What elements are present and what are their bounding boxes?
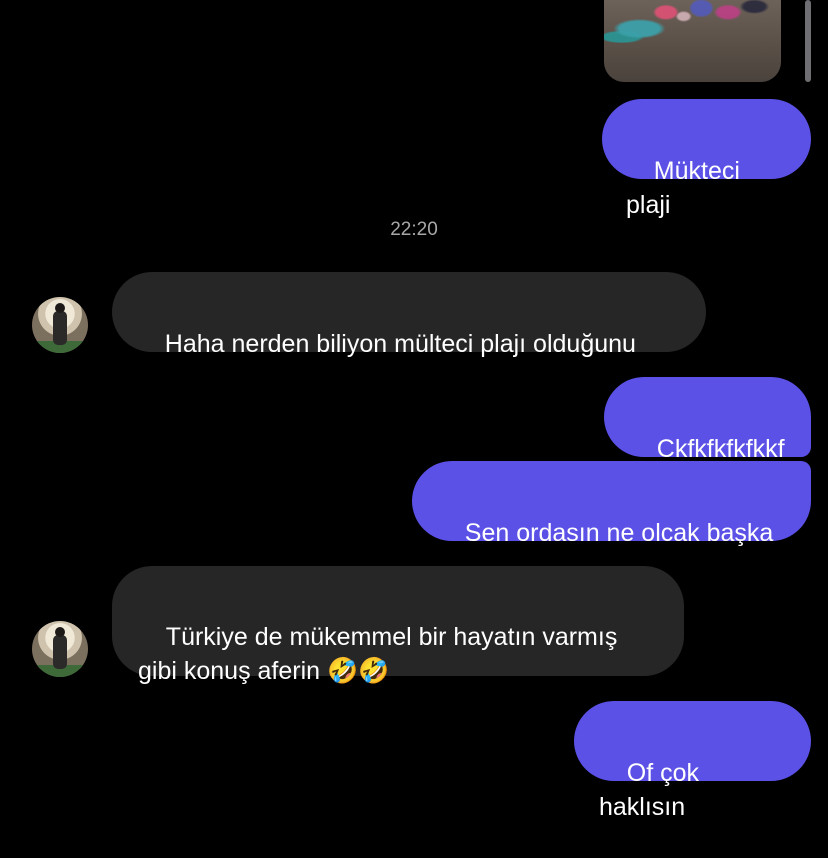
message-text: Of çok haklısın (599, 759, 706, 821)
message-outgoing[interactable]: Ckfkfkfkfkkf (604, 377, 811, 463)
message-text: Sen ordasın ne olcak başka (464, 519, 774, 547)
avatar-head (55, 303, 65, 313)
message-outgoing[interactable]: Of çok haklısın (574, 701, 811, 821)
scrollbar[interactable] (805, 0, 811, 82)
message-incoming[interactable]: Haha nerden biliyon mülteci plajı olduğu… (112, 272, 706, 358)
beach-image (604, 0, 781, 82)
avatar-figure (53, 311, 67, 345)
timestamp: 22:20 (390, 219, 438, 240)
shared-photo[interactable] (604, 0, 781, 82)
message-incoming[interactable]: Türkiye de mükemmel bir hayatın varmış g… (112, 566, 684, 685)
message-text: Ckfkfkfkfkkf (656, 435, 785, 463)
message-text: Haha nerden biliyon mülteci plajı olduğu… (164, 330, 636, 358)
message-text: Mükteci plaji (626, 157, 747, 219)
message-text: Türkiye de mükemmel bir hayatın varmış g… (138, 623, 618, 685)
chat-thread[interactable]: Mükteci plaji 22:20 Haha nerden biliyon … (0, 0, 828, 821)
message-outgoing[interactable]: Sen ordasın ne olcak başka (412, 461, 811, 547)
avatar-figure (53, 635, 67, 669)
avatar-head (55, 627, 65, 637)
message-outgoing[interactable]: Mükteci plaji (602, 99, 811, 219)
avatar[interactable] (32, 297, 88, 353)
avatar[interactable] (32, 621, 88, 677)
